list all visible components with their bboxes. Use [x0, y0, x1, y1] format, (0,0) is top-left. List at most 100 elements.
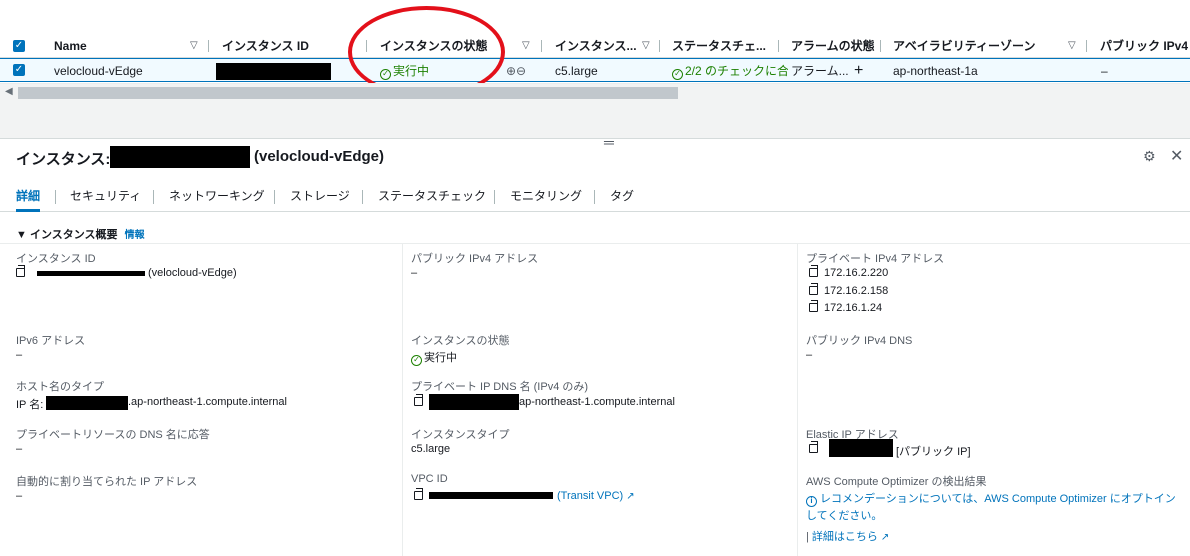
- sort-caret-icon[interactable]: ▽: [190, 34, 198, 58]
- scrollbar-thumb[interactable]: [18, 87, 678, 99]
- public-dns-label: パブリック IPv4 DNS: [806, 335, 913, 347]
- tab-divider: [494, 190, 495, 204]
- pipe-divider: |: [806, 531, 809, 543]
- answer-private-dns-value: –: [16, 443, 23, 455]
- column-divider: [797, 244, 798, 556]
- public-ipv4-label: パブリック IPv4 アドレス: [411, 253, 539, 265]
- scroll-left-icon[interactable]: ◀: [5, 86, 13, 97]
- tab-monitoring[interactable]: モニタリング: [510, 184, 582, 212]
- external-link-icon[interactable]: ↗: [626, 491, 634, 502]
- info-icon: i: [806, 496, 817, 507]
- copy-icon[interactable]: [414, 394, 423, 406]
- zoom-icons[interactable]: ⊕⊖: [506, 59, 526, 83]
- sort-caret-icon[interactable]: ▽: [1068, 34, 1076, 58]
- copy-icon[interactable]: [809, 441, 818, 453]
- row-alarm: アラーム...: [791, 64, 849, 78]
- optimizer-link[interactable]: i レコメンデーションについては、AWS Compute Optimizer にオ…: [806, 490, 1176, 507]
- row-state-text: 実行中: [393, 64, 430, 78]
- ipv6-value: –: [16, 349, 23, 361]
- state-value: ✓ 実行中: [411, 349, 457, 366]
- tab-storage[interactable]: ストレージ: [290, 184, 350, 212]
- column-divider: [402, 244, 403, 556]
- column-divider[interactable]: [366, 40, 367, 52]
- private-dns-suffix: ap-northeast-1.compute.internal: [519, 396, 675, 408]
- private-dns-value: [414, 394, 429, 408]
- elastic-ip-suffix: [パブリック IP]: [896, 446, 971, 458]
- row-az: ap-northeast-1a: [893, 64, 978, 78]
- drag-handle-icon[interactable]: ═: [604, 135, 614, 149]
- public-dns-value: –: [806, 349, 813, 361]
- hostname-type-prefix: IP 名: i: [16, 399, 49, 411]
- column-divider[interactable]: [208, 40, 209, 52]
- optimizer-text-2[interactable]: してください。: [806, 507, 882, 523]
- tab-divider: [274, 190, 275, 204]
- redacted-instance-id: [37, 271, 145, 276]
- table-row[interactable]: ✓ velocloud-vEdge ✓ 実行中 ⊕⊖ c5.large ✓ 2/2 …: [0, 58, 1190, 82]
- row-status-check[interactable]: ✓ 2/2 のチェックに合: [672, 59, 788, 83]
- select-all-checkbox[interactable]: ✓: [13, 40, 25, 52]
- instance-id-suffix: (velocloud-vEdge): [148, 267, 237, 279]
- sort-caret-icon[interactable]: ▽: [522, 34, 530, 58]
- optimizer-more-text[interactable]: 詳細はこちら: [812, 531, 878, 543]
- optimizer-more-link[interactable]: | 詳細はこちら ↗: [806, 528, 889, 544]
- column-divider[interactable]: [1086, 40, 1087, 52]
- copy-icon[interactable]: [809, 283, 818, 295]
- private-ipv4-value-text: 172.16.2.158: [824, 285, 889, 297]
- column-divider[interactable]: [541, 40, 542, 52]
- close-icon[interactable]: ✕: [1170, 146, 1183, 166]
- private-ipv4-value: 172.16.1.24: [809, 300, 883, 314]
- vpc-value: [414, 488, 429, 502]
- panel-splitter: [0, 101, 1190, 139]
- col-instance-id-header[interactable]: インスタンス ID: [222, 34, 309, 58]
- state-label: インスタンスの状態: [411, 335, 510, 347]
- copy-icon[interactable]: [16, 265, 25, 277]
- private-ipv4-value-text: 172.16.1.24: [824, 302, 883, 314]
- copy-icon[interactable]: [809, 265, 818, 277]
- hostname-type-suffix: .ap-northeast-1.compute.internal: [128, 396, 287, 408]
- column-divider[interactable]: [778, 40, 779, 52]
- col-az-header[interactable]: アベイラビリティーゾーン: [893, 34, 1035, 58]
- vpc-link-text[interactable]: (Transit VPC): [557, 490, 623, 502]
- collapse-caret-icon[interactable]: ▼: [16, 229, 27, 241]
- tab-divider: [153, 190, 154, 204]
- col-state-header[interactable]: インスタンスの状態: [380, 34, 488, 58]
- section-title-text: インスタンス概要: [29, 229, 118, 241]
- column-divider[interactable]: [659, 40, 660, 52]
- tab-security[interactable]: セキュリティ: [70, 184, 141, 212]
- copy-icon[interactable]: [809, 300, 818, 312]
- instance-id-label: インスタンス ID: [16, 253, 96, 265]
- optimizer-text-1[interactable]: レコメンデーションについては、AWS Compute Optimizer にオプ…: [820, 493, 1176, 505]
- page-title-suffix: (velocloud-vEdge): [254, 148, 385, 165]
- row-type: c5.large: [555, 64, 598, 78]
- add-alarm-icon[interactable]: +: [854, 59, 863, 83]
- col-alarm-header[interactable]: アラームの状態: [791, 34, 875, 58]
- row-checkbox[interactable]: ✓: [13, 64, 25, 76]
- redacted-instance-id: [110, 146, 250, 168]
- auto-ip-label: 自動的に割り当てられた IP アドレス: [16, 476, 198, 488]
- horizontal-scrollbar[interactable]: ◀: [0, 83, 1190, 101]
- col-type-header[interactable]: インスタンス...: [555, 34, 637, 58]
- tab-networking[interactable]: ネットワーキング: [169, 184, 265, 212]
- col-public-ipv4-header[interactable]: パブリック IPv4 D: [1100, 34, 1190, 58]
- sort-caret-icon[interactable]: ▽: [642, 34, 650, 58]
- column-divider[interactable]: [880, 40, 881, 52]
- vpc-link[interactable]: (Transit VPC) ↗: [557, 490, 635, 502]
- row-name: velocloud-vEdge: [54, 64, 143, 78]
- section-title[interactable]: ▼ インスタンス概要 情報: [16, 226, 145, 242]
- tab-tags[interactable]: タグ: [610, 184, 634, 212]
- redacted-private-dns: [429, 394, 519, 410]
- table-header: ✓ Name ▽ インスタンス ID インスタンスの状態 ▽ インスタンス...…: [0, 34, 1190, 58]
- ipv6-label: IPv6 アドレス: [16, 335, 86, 347]
- external-link-icon[interactable]: ↗: [881, 532, 889, 543]
- col-status-check-header[interactable]: ステータスチェ...: [672, 34, 766, 58]
- info-link[interactable]: 情報: [125, 230, 145, 241]
- optimizer-label: AWS Compute Optimizer の検出結果: [806, 476, 987, 488]
- col-name-header[interactable]: Name: [54, 34, 87, 58]
- gear-icon[interactable]: ⚙: [1143, 148, 1156, 165]
- public-ipv4-value: –: [411, 267, 418, 279]
- tab-details[interactable]: 詳細: [16, 184, 41, 212]
- tab-status-check[interactable]: ステータスチェック: [378, 184, 486, 212]
- copy-icon[interactable]: [414, 488, 423, 500]
- vpc-label: VPC ID: [411, 473, 448, 485]
- check-circle-icon: ✓: [380, 69, 391, 80]
